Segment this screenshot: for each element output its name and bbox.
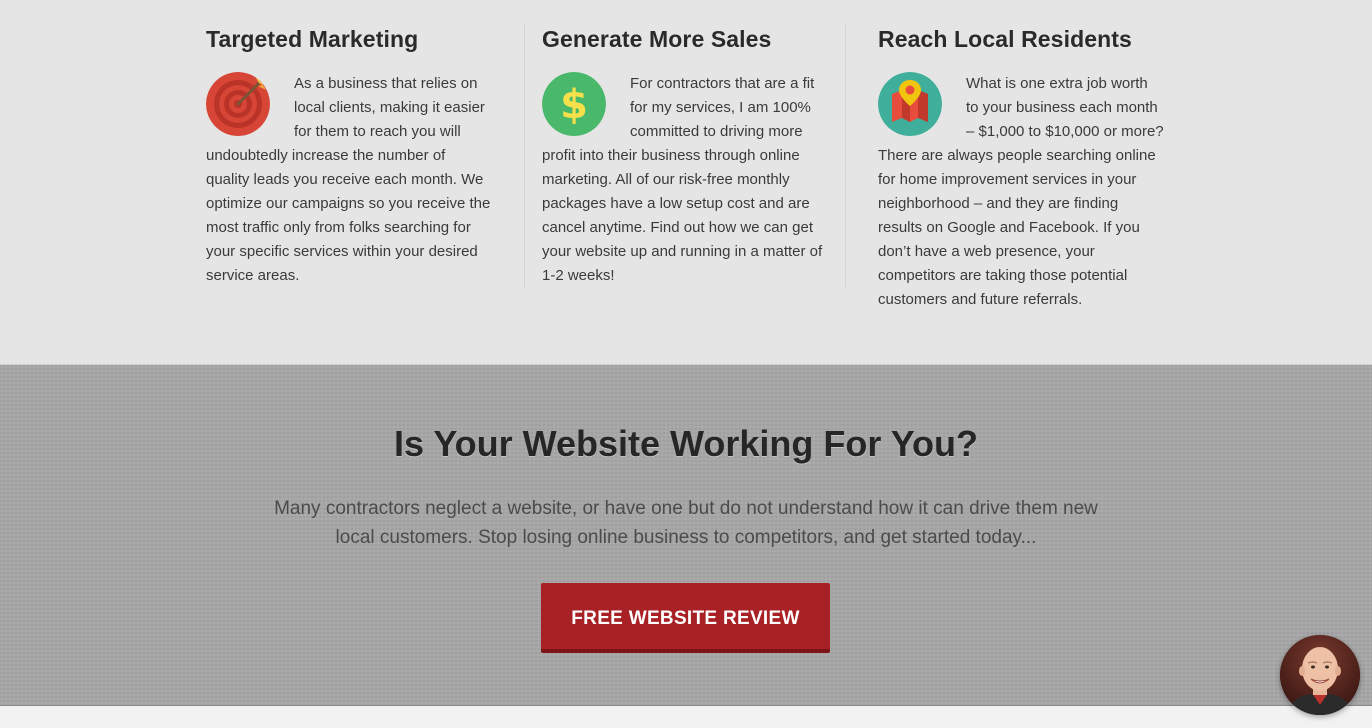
feature-reach-local-residents: Reach Local Residents What is one extra …	[878, 0, 1164, 312]
feature-generate-more-sales: Generate More Sales $ For contractors th…	[542, 0, 828, 288]
feature-body-wrapper: What is one extra job worth to your busi…	[878, 72, 1164, 312]
column-divider	[524, 24, 525, 288]
target-icon	[206, 72, 270, 136]
map-pin-icon	[878, 72, 942, 136]
chat-avatar-button[interactable]	[1280, 635, 1360, 715]
feature-body-wrapper: As a business that relies on local clien…	[206, 72, 492, 288]
cta-heading: Is Your Website Working For You?	[393, 423, 979, 464]
feature-title: Generate More Sales	[542, 26, 772, 52]
column-divider	[845, 24, 846, 288]
cta-section: Is Your Website Working For You? Many co…	[0, 365, 1372, 706]
footer-strip	[0, 706, 1372, 728]
svg-text:$: $	[560, 82, 588, 128]
cta-text: Many contractors neglect a website, or h…	[274, 498, 1098, 548]
free-website-review-button[interactable]: FREE WEBSITE REVIEW	[541, 583, 830, 653]
features-section: Targeted Marketing As a business that re…	[0, 0, 1372, 365]
feature-targeted-marketing: Targeted Marketing As a business that re…	[206, 0, 492, 288]
feature-title: Reach Local Residents	[878, 26, 1132, 52]
person-avatar-icon	[1280, 635, 1360, 715]
dollar-icon: $	[542, 72, 606, 136]
feature-title: Targeted Marketing	[206, 26, 419, 52]
feature-body-wrapper: $ For contractors that are a fit for my …	[542, 72, 828, 288]
